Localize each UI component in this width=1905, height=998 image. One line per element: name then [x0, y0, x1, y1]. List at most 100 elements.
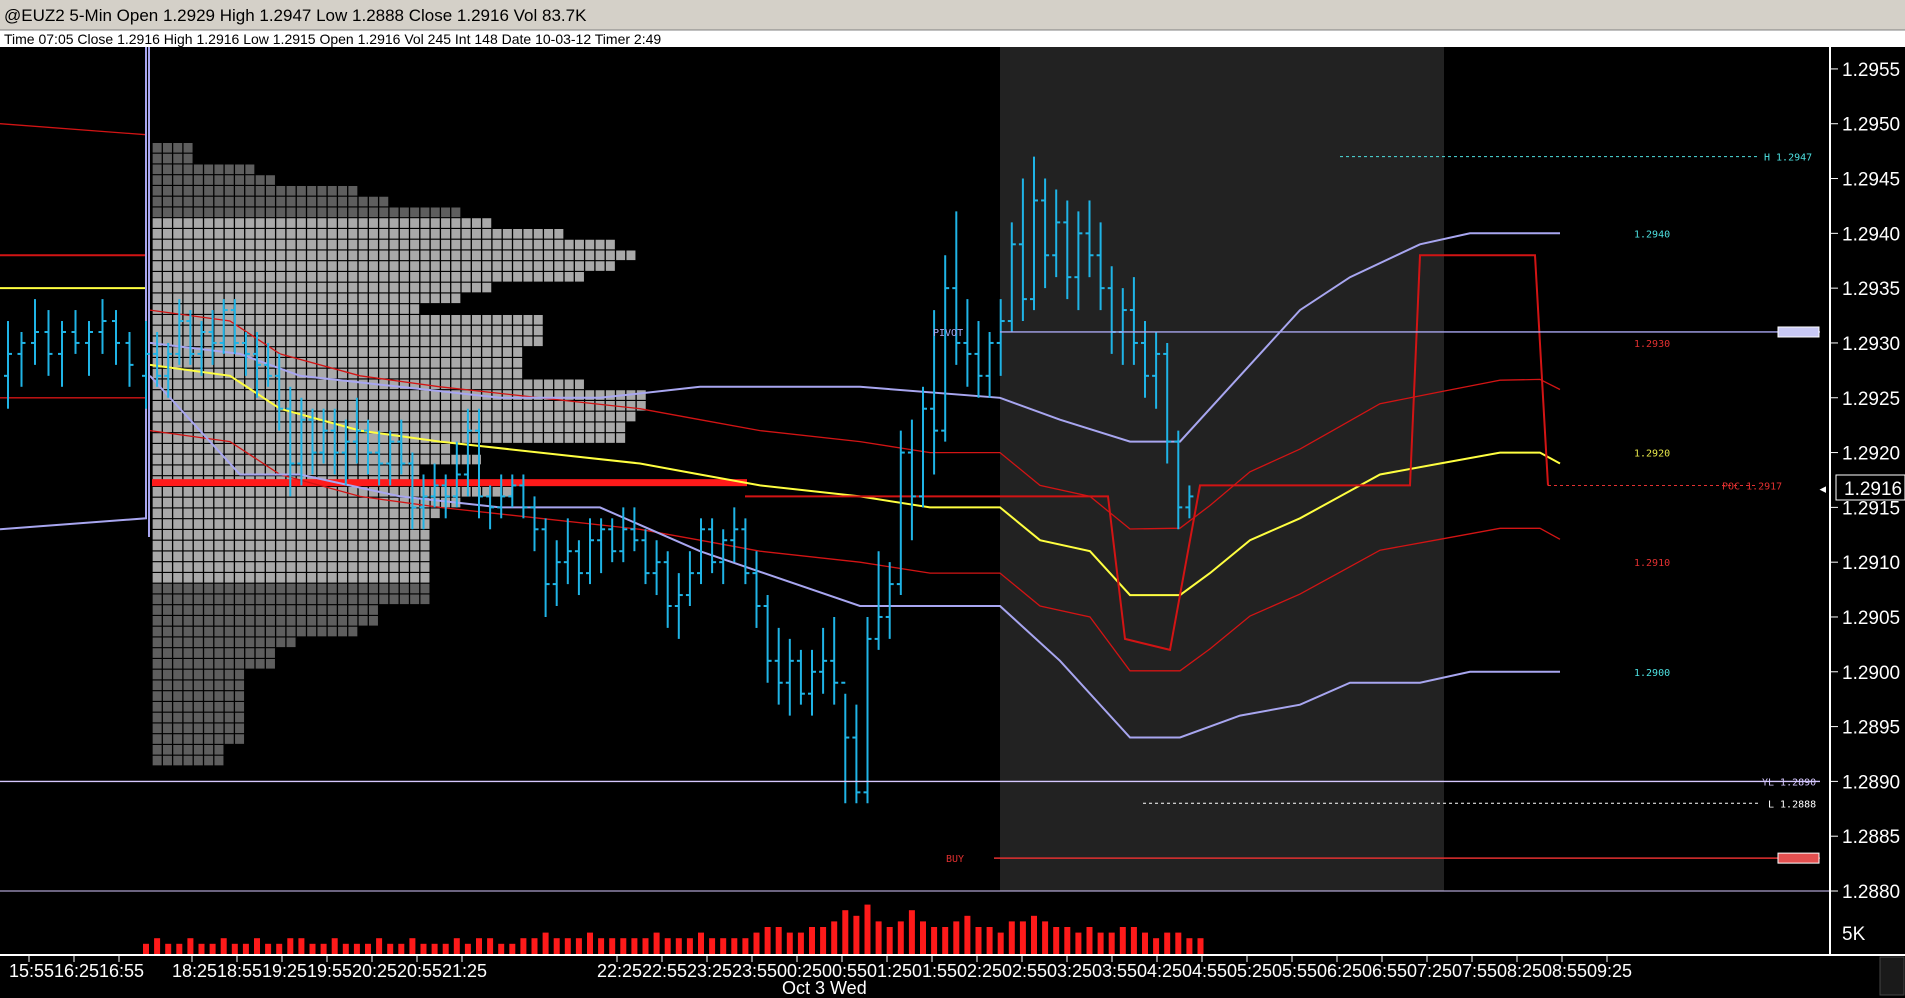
volume-bar	[875, 921, 882, 955]
volume-bar	[287, 938, 294, 955]
level-label: 1.2910	[1634, 558, 1670, 569]
last-price-label: 1.2916	[1844, 479, 1902, 500]
volume-bar	[986, 927, 993, 955]
volume-bar	[298, 938, 305, 955]
time-tick-label: 18:25	[172, 961, 217, 981]
poc-bar	[152, 479, 747, 487]
volume-bar	[476, 938, 482, 955]
volume-bar	[1086, 927, 1093, 955]
volume-bar	[1019, 921, 1026, 955]
time-tick-label: 19:25	[262, 961, 307, 981]
volume-bar	[1108, 932, 1115, 955]
volume-bar	[598, 938, 605, 955]
volume-bar	[1164, 932, 1171, 955]
volume-bar	[698, 932, 704, 955]
volume-bar	[920, 921, 926, 955]
volume-bar	[564, 938, 571, 955]
price-tick-label: 1.2915	[1842, 498, 1900, 519]
volume-bar	[198, 943, 205, 955]
time-tick-label: 16:55	[99, 961, 144, 981]
volume-bar	[1042, 921, 1049, 955]
volume-bar	[731, 938, 738, 955]
volume-bar	[176, 943, 183, 955]
chart-title: @EUZ2 5-Min Open 1.2929 High 1.2947 Low …	[4, 6, 587, 25]
volume-bar	[242, 943, 249, 955]
time-tick-label: 22:55	[642, 961, 687, 981]
trading-chart[interactable]: @EUZ2 5-Min Open 1.2929 High 1.2947 Low …	[0, 0, 1905, 998]
time-tick-label: 04:25	[1137, 961, 1182, 981]
volume-bar	[1119, 927, 1126, 955]
volume-bar	[498, 943, 505, 955]
volume-bar	[664, 938, 671, 955]
profile-row	[152, 702, 245, 712]
level-label: 1.2940	[1634, 229, 1670, 240]
level-1-2900: 1.2900	[1634, 668, 1670, 679]
volume-bar	[1175, 932, 1182, 955]
volume-bar	[342, 943, 349, 955]
time-tick-label: 23:25	[687, 961, 732, 981]
level-label: 1.2920	[1634, 449, 1670, 460]
price-tick-label: 1.2955	[1842, 60, 1900, 81]
volume-bar	[1064, 927, 1071, 955]
volume-bar	[542, 932, 549, 955]
volume-bar	[1053, 927, 1060, 955]
volume-bar	[209, 943, 216, 955]
volume-bar	[409, 938, 416, 955]
volume-bar	[742, 938, 749, 955]
time-tick-label: 06:25	[1317, 961, 1362, 981]
pivot-price-marker	[1777, 326, 1820, 338]
level-label: POC 1.2917	[1722, 481, 1782, 492]
volume-bar	[908, 910, 915, 955]
price-tick-label: 1.2885	[1842, 827, 1900, 848]
time-tick-label: 03:25	[1047, 961, 1092, 981]
volume-bar	[997, 932, 1004, 955]
time-tick-label: 07:25	[1407, 961, 1452, 981]
price-tick-label: 1.2950	[1842, 115, 1900, 136]
volume-bar	[953, 921, 960, 955]
time-tick-label: 20:55	[397, 961, 442, 981]
volume-bar	[276, 943, 283, 955]
volume-bar	[520, 938, 527, 955]
level-label: 1.2930	[1634, 339, 1670, 350]
price-tick-label: 1.2905	[1842, 608, 1900, 629]
volume-bar	[631, 938, 638, 955]
volume-bar	[964, 915, 971, 955]
volume-bar	[853, 915, 860, 955]
volume-bar	[686, 938, 693, 955]
volume-bar	[553, 938, 560, 955]
date-label: Oct 3 Wed	[782, 978, 867, 998]
time-tick-label: 22:25	[597, 961, 642, 981]
volume-bar	[1075, 932, 1082, 955]
volume-bar	[143, 943, 149, 955]
time-tick-label: 23:55	[732, 961, 777, 981]
last-price-marker-icon: ◂	[1819, 482, 1826, 497]
volume-bar	[764, 927, 771, 955]
time-tick-label: 01:25	[867, 961, 912, 981]
time-tick-label: 05:25	[1227, 961, 1272, 981]
volume-bar	[642, 938, 649, 955]
volume-bar	[620, 938, 627, 955]
profile-row	[152, 691, 245, 701]
volume-bar	[897, 921, 904, 955]
price-tick-label: 1.2935	[1842, 279, 1900, 300]
volume-bar	[509, 943, 516, 955]
axis-scroll-button[interactable]	[1879, 956, 1905, 996]
volume-bar	[165, 943, 172, 955]
level-1-2920: 1.2920	[1634, 449, 1670, 460]
volume-bar	[1153, 938, 1160, 955]
profile-row	[152, 723, 245, 734]
volume-bar	[254, 938, 260, 955]
volume-bar	[1197, 938, 1204, 955]
level-label: L 1.2888	[1768, 799, 1816, 810]
volume-bar	[365, 943, 371, 955]
profile-row	[152, 734, 245, 744]
level-label: 1.2900	[1634, 668, 1670, 679]
volume-bar	[231, 943, 238, 955]
price-tick-label: 1.2925	[1842, 389, 1900, 410]
volume-bar	[842, 910, 849, 955]
time-tick-label: 01:55	[912, 961, 957, 981]
volume-bar	[187, 938, 194, 955]
time-tick-label: 08:25	[1497, 961, 1542, 981]
time-tick-label: 08:55	[1542, 961, 1587, 981]
volume-bar	[797, 932, 804, 955]
